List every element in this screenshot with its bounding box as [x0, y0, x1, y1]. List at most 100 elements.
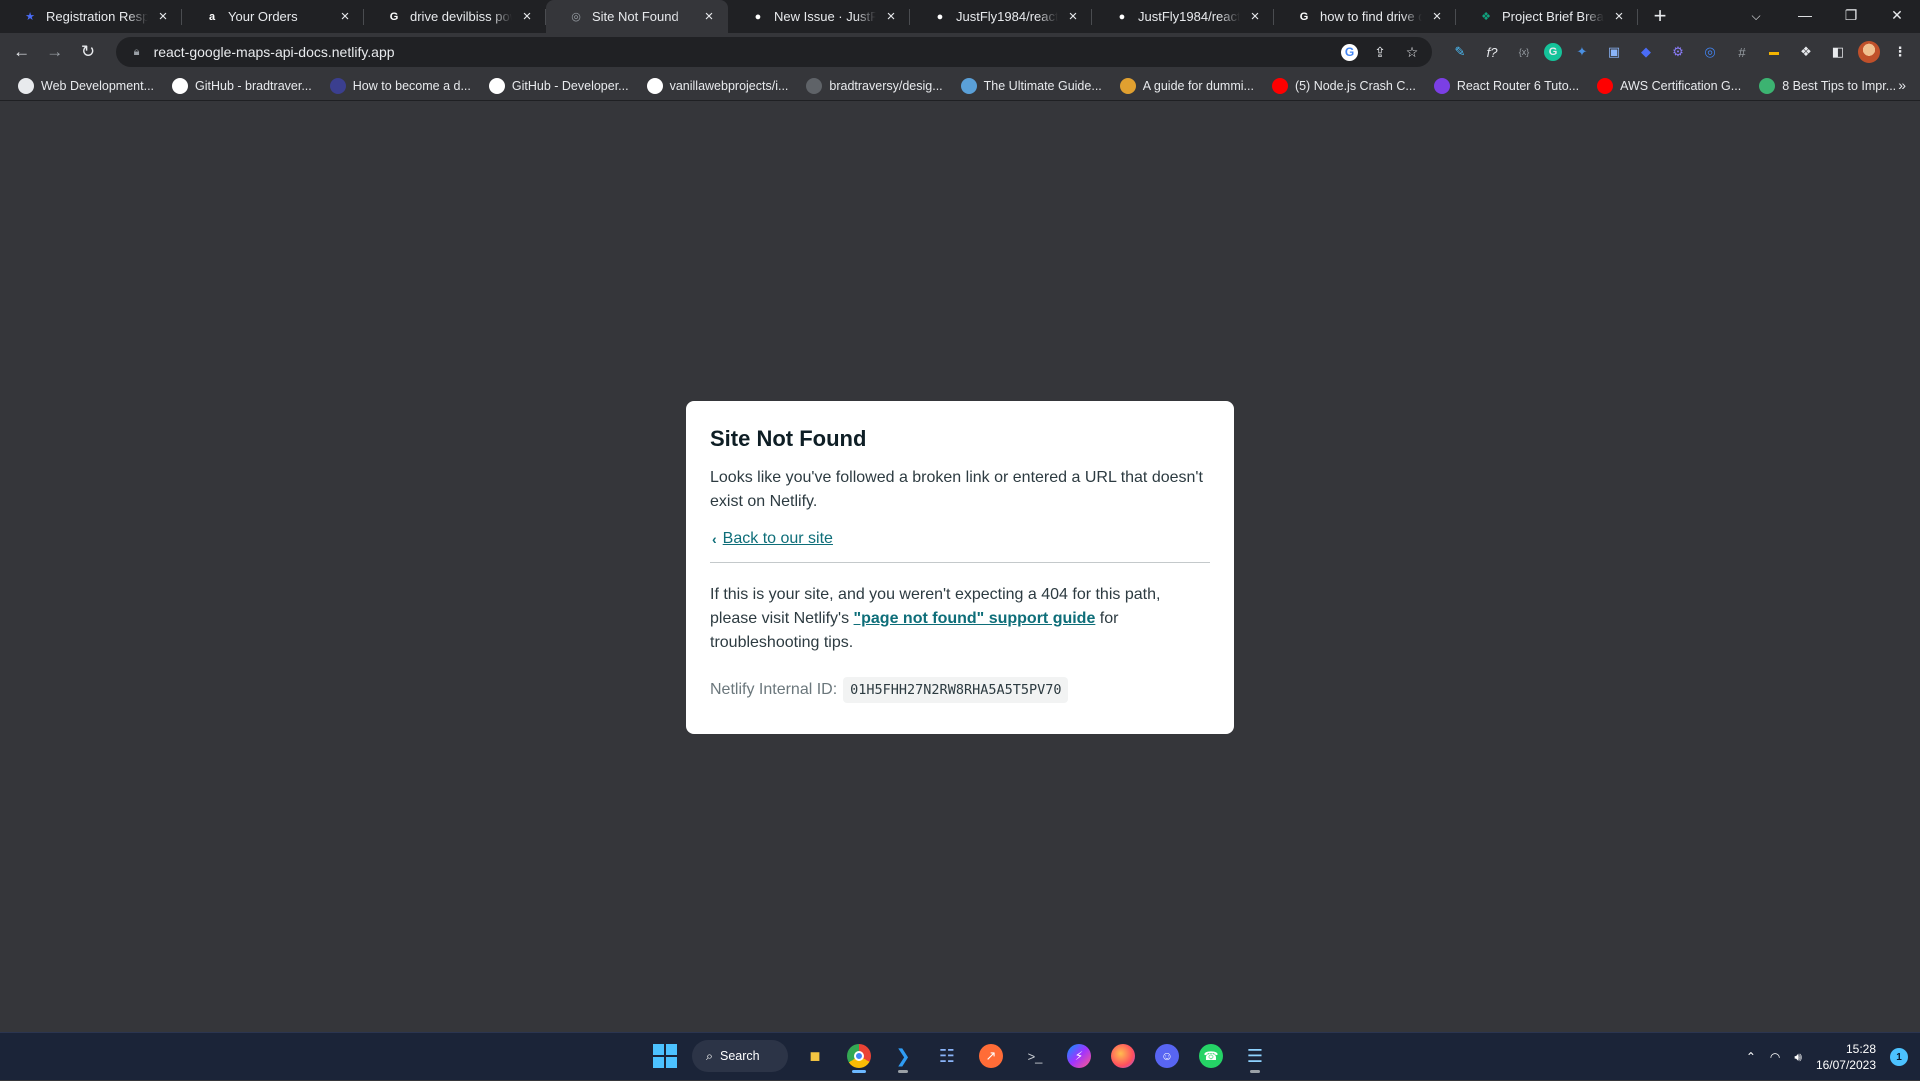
- google-lens-icon[interactable]: G: [1341, 43, 1358, 61]
- bookmark-item[interactable]: AWS Certification G...: [1589, 73, 1749, 99]
- bookmark-item[interactable]: 8 Best Tips to Impr...: [1751, 73, 1904, 99]
- clock[interactable]: 15:28 16/07/2023: [1816, 1041, 1876, 1073]
- internal-id-value[interactable]: 01H5FHH27N2RW8RHA5A5T5PV70: [843, 677, 1069, 703]
- back-button[interactable]: ←: [8, 38, 35, 66]
- tab-search-button[interactable]: ⌵: [1742, 4, 1770, 28]
- tab-0[interactable]: ★ Registration Response ×: [0, 0, 182, 33]
- tab-6[interactable]: ● JustFly1984/react-google ×: [1092, 0, 1274, 33]
- tab-close-icon[interactable]: ×: [156, 9, 170, 24]
- file-explorer-icon[interactable]: ■: [798, 1039, 832, 1073]
- ext-grammarly-icon[interactable]: G: [1544, 43, 1562, 61]
- tab-close-icon[interactable]: ×: [338, 9, 352, 24]
- bookmark-item[interactable]: The Ultimate Guide...: [953, 73, 1110, 99]
- chrome-icon[interactable]: [842, 1039, 876, 1073]
- maximize-button[interactable]: ❐: [1828, 0, 1874, 30]
- tab-close-icon[interactable]: ×: [520, 9, 534, 24]
- bookmark-label: bradtraversy/desig...: [829, 78, 943, 93]
- bookmark-item[interactable]: How to become a d...: [322, 73, 479, 99]
- bookmark-item[interactable]: React Router 6 Tuto...: [1426, 73, 1587, 99]
- ext-function-icon[interactable]: f?: [1480, 40, 1504, 64]
- tab-5[interactable]: ● JustFly1984/react-google ×: [910, 0, 1092, 33]
- side-panel-icon[interactable]: ◧: [1826, 40, 1850, 64]
- messenger-icon[interactable]: ⚡: [1062, 1039, 1096, 1073]
- whatsapp-icon[interactable]: ☎: [1194, 1039, 1228, 1073]
- menu-kebab-icon[interactable]: ⋮: [1888, 40, 1912, 64]
- terminal-icon[interactable]: >_: [1018, 1039, 1052, 1073]
- ext-pen-icon[interactable]: ✎: [1448, 40, 1472, 64]
- bookmark-item[interactable]: GitHub - Developer...: [481, 73, 637, 99]
- network-tool-icon[interactable]: ☷: [930, 1039, 964, 1073]
- address-url[interactable]: react-google-maps-api-docs.netlify.app: [154, 44, 1341, 60]
- taskbar-search[interactable]: ⌕ Search: [692, 1040, 788, 1072]
- support-guide-link[interactable]: "page not found" support guide: [854, 610, 1096, 627]
- vscode-icon[interactable]: ❯: [886, 1039, 920, 1073]
- bookmark-favicon-icon: [960, 77, 977, 94]
- tab-title: JustFly1984/react-google: [956, 9, 1058, 24]
- address-bar[interactable]: 🔒︎ react-google-maps-api-docs.netlify.ap…: [115, 37, 1432, 67]
- firefox-icon[interactable]: [1106, 1039, 1140, 1073]
- ext-gear-icon[interactable]: ⚙: [1666, 40, 1690, 64]
- minimize-button[interactable]: —: [1782, 0, 1828, 30]
- profile-avatar[interactable]: [1858, 41, 1880, 63]
- tab-7[interactable]: Ghow to find drive devilbiss ×: [1274, 0, 1456, 33]
- bookmark-label: Web Development...: [41, 78, 155, 93]
- tab-3[interactable]: ◎ Site Not Found ×: [546, 0, 728, 33]
- bookmark-item[interactable]: Web Development...: [10, 73, 162, 99]
- reload-button[interactable]: ↻: [74, 38, 101, 66]
- ext-puzzle-blue-icon[interactable]: ✦: [1570, 40, 1594, 64]
- tab-close-icon[interactable]: ×: [1248, 9, 1262, 24]
- volume-icon[interactable]: 🔊︎: [1794, 1050, 1802, 1065]
- tab-close-icon[interactable]: ×: [1612, 9, 1626, 24]
- bookmark-favicon-icon: [329, 77, 346, 94]
- tab-2[interactable]: Gdrive devilbiss powerchair ×: [364, 0, 546, 33]
- postman-icon[interactable]: ↗: [974, 1039, 1008, 1073]
- start-button[interactable]: [648, 1039, 682, 1073]
- ext-globe-icon[interactable]: ◎: [1698, 40, 1722, 64]
- ext-screen-icon[interactable]: ▣: [1602, 40, 1626, 64]
- error-card: Site Not Found Looks like you've followe…: [686, 401, 1234, 734]
- share-icon[interactable]: ⇪: [1370, 42, 1390, 62]
- search-icon: ⌕: [706, 1048, 714, 1063]
- tab-title: how to find drive devilbiss: [1320, 9, 1422, 24]
- ext-shield-icon[interactable]: ◆: [1634, 40, 1658, 64]
- bookmark-star-icon[interactable]: ☆: [1402, 42, 1422, 62]
- chevron-up-icon[interactable]: ⌃: [1746, 1050, 1756, 1064]
- reload-icon: ↻: [80, 42, 96, 61]
- bookmark-favicon-icon: [646, 77, 663, 94]
- close-window-button[interactable]: ✕: [1874, 0, 1920, 30]
- tab-4[interactable]: ● New Issue · JustFly1984 ×: [728, 0, 910, 33]
- forward-button[interactable]: →: [41, 38, 68, 66]
- tab-close-icon[interactable]: ×: [1430, 9, 1444, 24]
- bookmark-favicon-icon: [1433, 77, 1450, 94]
- lock-icon[interactable]: 🔒︎: [130, 45, 144, 59]
- ext-grid-icon[interactable]: #: [1730, 40, 1754, 64]
- page-title: Site Not Found: [710, 426, 867, 451]
- page-viewport: Site Not Found Looks like you've followe…: [0, 102, 1920, 1032]
- tab-close-icon[interactable]: ×: [884, 9, 898, 24]
- bookmark-item[interactable]: (5) Node.js Crash C...: [1264, 73, 1424, 99]
- tab-close-icon[interactable]: ×: [702, 9, 716, 24]
- bookmark-label: 8 Best Tips to Impr...: [1782, 78, 1897, 93]
- bookmark-item[interactable]: A guide for dummi...: [1112, 73, 1262, 99]
- tab-1[interactable]: a Your Orders ×: [182, 0, 364, 33]
- back-to-site-label[interactable]: Back to our site: [723, 530, 833, 548]
- bookmark-item[interactable]: vanillawebprojects/i...: [639, 73, 797, 99]
- extensions-puzzle-icon[interactable]: ❖: [1794, 40, 1818, 64]
- bookmark-label: The Ultimate Guide...: [983, 78, 1102, 93]
- notification-badge[interactable]: 1: [1890, 1048, 1908, 1066]
- new-tab-button[interactable]: +: [1646, 2, 1674, 30]
- tab-close-icon[interactable]: ×: [1066, 9, 1080, 24]
- bookmark-item[interactable]: GitHub - bradtraver...: [164, 73, 320, 99]
- ext-json-icon[interactable]: {x}: [1512, 40, 1536, 64]
- bookmark-item[interactable]: bradtraversy/desig...: [798, 73, 950, 99]
- back-to-site-link[interactable]: ‹ Back to our site: [712, 530, 1210, 548]
- discord-icon[interactable]: ☺: [1150, 1039, 1184, 1073]
- tab-8[interactable]: ❖ Project Brief Breakdown ×: [1456, 0, 1638, 33]
- ext-badge-icon[interactable]: ▬: [1762, 40, 1786, 64]
- wifi-icon[interactable]: ◠: [1770, 1050, 1780, 1064]
- notepad-icon[interactable]: ☰: [1238, 1039, 1272, 1073]
- bookmarks-overflow-icon[interactable]: »: [1898, 77, 1906, 93]
- tab-favicon-icon: ●: [936, 10, 944, 23]
- bookmark-label: React Router 6 Tuto...: [1456, 78, 1580, 93]
- tab-title: Site Not Found: [592, 9, 679, 24]
